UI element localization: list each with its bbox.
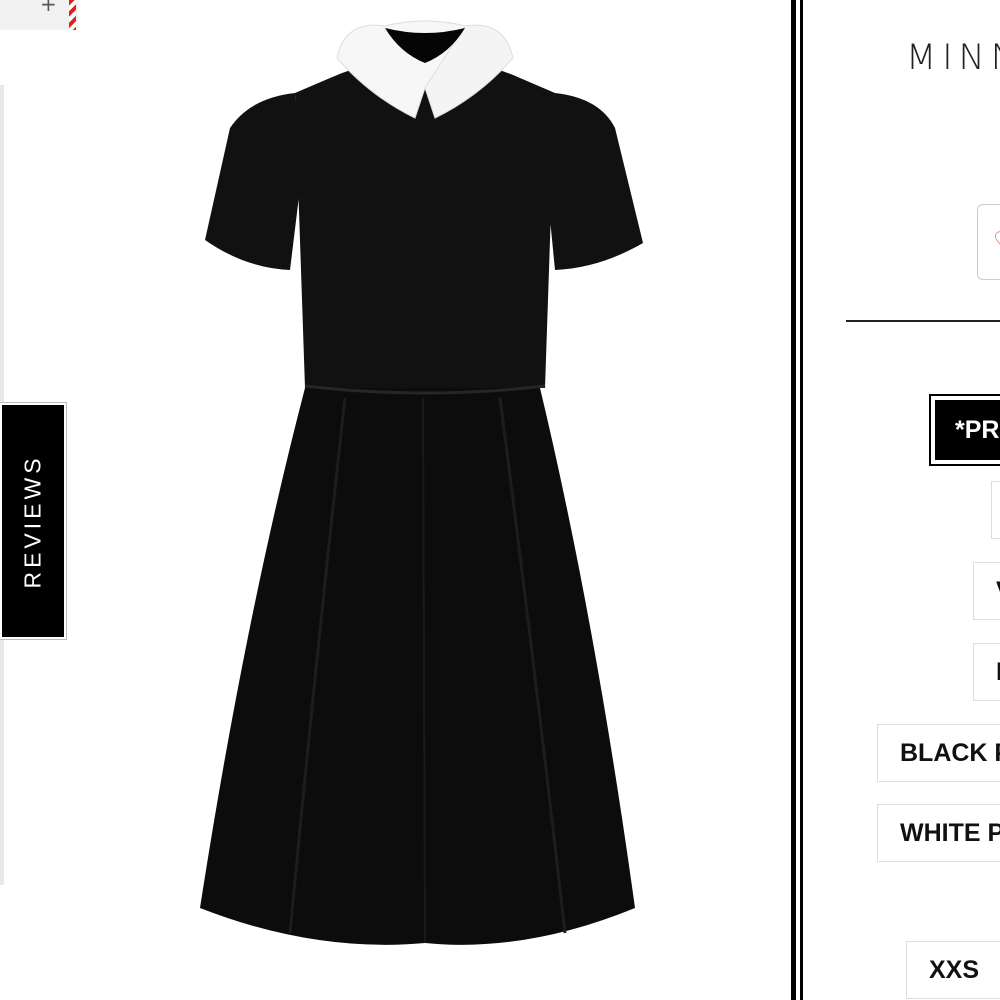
product-details-panel: MINN ♡ *PR V I BLACK P WHITE P XXS <box>803 0 1000 1000</box>
style-option-label: WHITE P <box>900 818 1000 847</box>
reviews-tab-label: REVIEWS <box>19 453 46 589</box>
reviews-tab[interactable]: REVIEWS <box>0 403 66 639</box>
wishlist-button[interactable]: ♡ <box>977 204 1000 280</box>
gallery-thumbnail[interactable]: + <box>0 0 78 30</box>
style-option[interactable]: I <box>973 643 1000 701</box>
heart-icon: ♡ <box>993 227 1000 255</box>
style-option[interactable]: V <box>973 562 1000 620</box>
style-option-label: BLACK P <box>900 738 1000 767</box>
panel-divider-outer <box>791 0 796 1000</box>
product-image[interactable] <box>195 18 655 953</box>
thumbnail-stripe <box>69 0 76 30</box>
style-option-label: *PR <box>955 415 1000 444</box>
size-option-label: XXS <box>929 955 980 984</box>
style-option[interactable]: BLACK P <box>877 724 1000 782</box>
style-option-label: I <box>996 657 1000 686</box>
style-option[interactable]: WHITE P <box>877 804 1000 862</box>
style-option-selected[interactable]: *PR <box>929 394 1000 466</box>
plus-icon: + <box>40 0 57 16</box>
size-option[interactable]: XXS <box>906 941 1000 999</box>
product-gallery: + REVIEWS <box>0 0 790 1000</box>
product-title: MINN <box>906 38 1000 78</box>
style-option-label: V <box>974 577 1000 606</box>
style-option[interactable] <box>991 481 1000 539</box>
section-divider <box>846 320 1000 322</box>
